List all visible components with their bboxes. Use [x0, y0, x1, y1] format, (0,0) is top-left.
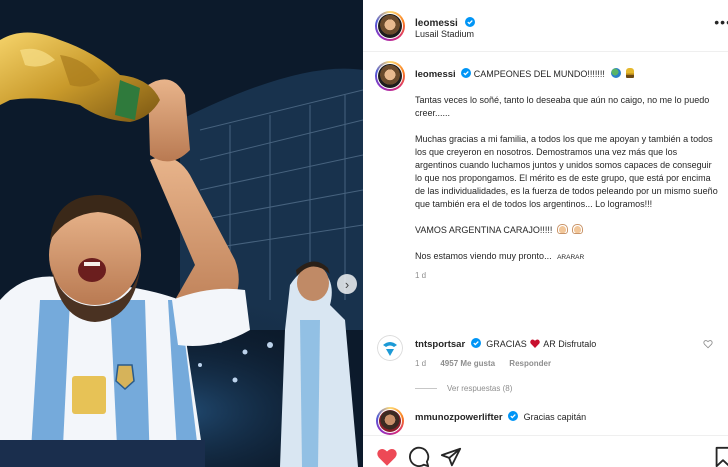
- verified-badge-icon: [508, 411, 519, 421]
- raised-hands-emoji-icon: [556, 224, 568, 234]
- caption-paragraph-1: Tantas veces lo soñé, tanto lo deseaba q…: [415, 95, 710, 118]
- comment-icon[interactable]: [408, 446, 430, 467]
- location-link[interactable]: Lusail Stadium: [415, 29, 474, 39]
- post-header: leomessi Lusail Stadium •••: [363, 0, 728, 52]
- comment-text-before: GRACIAS: [486, 339, 527, 349]
- verified-badge-icon: [470, 338, 481, 348]
- next-image-button[interactable]: ›: [337, 274, 357, 294]
- comment-item: mmunozpowerlifter Gracias capitán: [376, 407, 717, 435]
- commenter-avatar[interactable]: [376, 407, 404, 435]
- replies-divider: [415, 388, 437, 390]
- commenter-avatar[interactable]: [377, 335, 403, 361]
- bookmark-icon[interactable]: [712, 446, 728, 467]
- comment-meta: 1 d 4957 Me gusta Responder: [415, 359, 563, 368]
- caption-paragraph-4: Nos estamos viendo muy pronto... ARARAR: [415, 250, 720, 264]
- comments-scroll-area[interactable]: leomessi CAMPEONES DEL MUNDO!!!!!!! Tant…: [363, 53, 728, 435]
- globe-emoji-icon: [611, 68, 622, 78]
- comment-like-heart-icon[interactable]: [703, 339, 713, 349]
- caption-paragraph-3-text: VAMOS ARGENTINA CARAJO!!!!!: [415, 225, 553, 235]
- comment-likes[interactable]: 4957 Me gusta: [440, 359, 495, 368]
- raised-hands-emoji-icon: [572, 224, 584, 234]
- view-replies-label[interactable]: Ver respuestas (8): [447, 384, 512, 393]
- caption-paragraph-2: Muchas gracias a mi familia, a todos los…: [415, 134, 718, 209]
- caption-tail-tag: ARARAR: [557, 254, 585, 261]
- send-icon[interactable]: [440, 446, 462, 467]
- caption-headline: CAMPEONES DEL MUNDO!!!!!!!: [473, 69, 605, 79]
- post-age: 1 d: [415, 271, 427, 280]
- verified-badge-icon: [461, 68, 472, 78]
- post-details-panel: leomessi Lusail Stadium ••• leomessi: [363, 0, 728, 467]
- more-options-icon[interactable]: •••: [714, 14, 728, 30]
- post-photo[interactable]: ›: [0, 0, 363, 467]
- comment-text: mmunozpowerlifter Gracias capitán: [415, 411, 586, 423]
- comment-text: tntsportsar GRACIAS AR Disfrutalo: [415, 338, 596, 350]
- reply-button[interactable]: Responder: [509, 359, 551, 368]
- view-replies-button[interactable]: Ver respuestas (8): [415, 384, 512, 393]
- comment-age: 1 d: [415, 359, 427, 368]
- comment-body: Gracias capitán: [523, 412, 587, 422]
- caption-paragraph-4-text: Nos estamos viendo muy pronto...: [415, 251, 552, 261]
- comment-text-after: AR Disfrutalo: [543, 339, 597, 349]
- caption-avatar[interactable]: [375, 61, 405, 91]
- post-action-bar: [363, 435, 728, 467]
- author-username[interactable]: leomessi: [415, 18, 458, 29]
- commenter-username[interactable]: mmunozpowerlifter: [415, 412, 503, 423]
- heart-icon[interactable]: [376, 446, 398, 467]
- red-heart-emoji-icon: [530, 339, 540, 348]
- chevron-right-icon: ›: [344, 276, 350, 292]
- author-avatar[interactable]: [375, 11, 405, 41]
- post-image: [0, 0, 363, 467]
- commenter-username[interactable]: tntsportsar: [415, 339, 465, 350]
- trophy-emoji-icon: [625, 68, 634, 78]
- caption-paragraph-3: VAMOS ARGENTINA CARAJO!!!!!: [415, 224, 720, 237]
- caption-username[interactable]: leomessi: [415, 69, 456, 80]
- verified-badge-icon: [465, 17, 476, 27]
